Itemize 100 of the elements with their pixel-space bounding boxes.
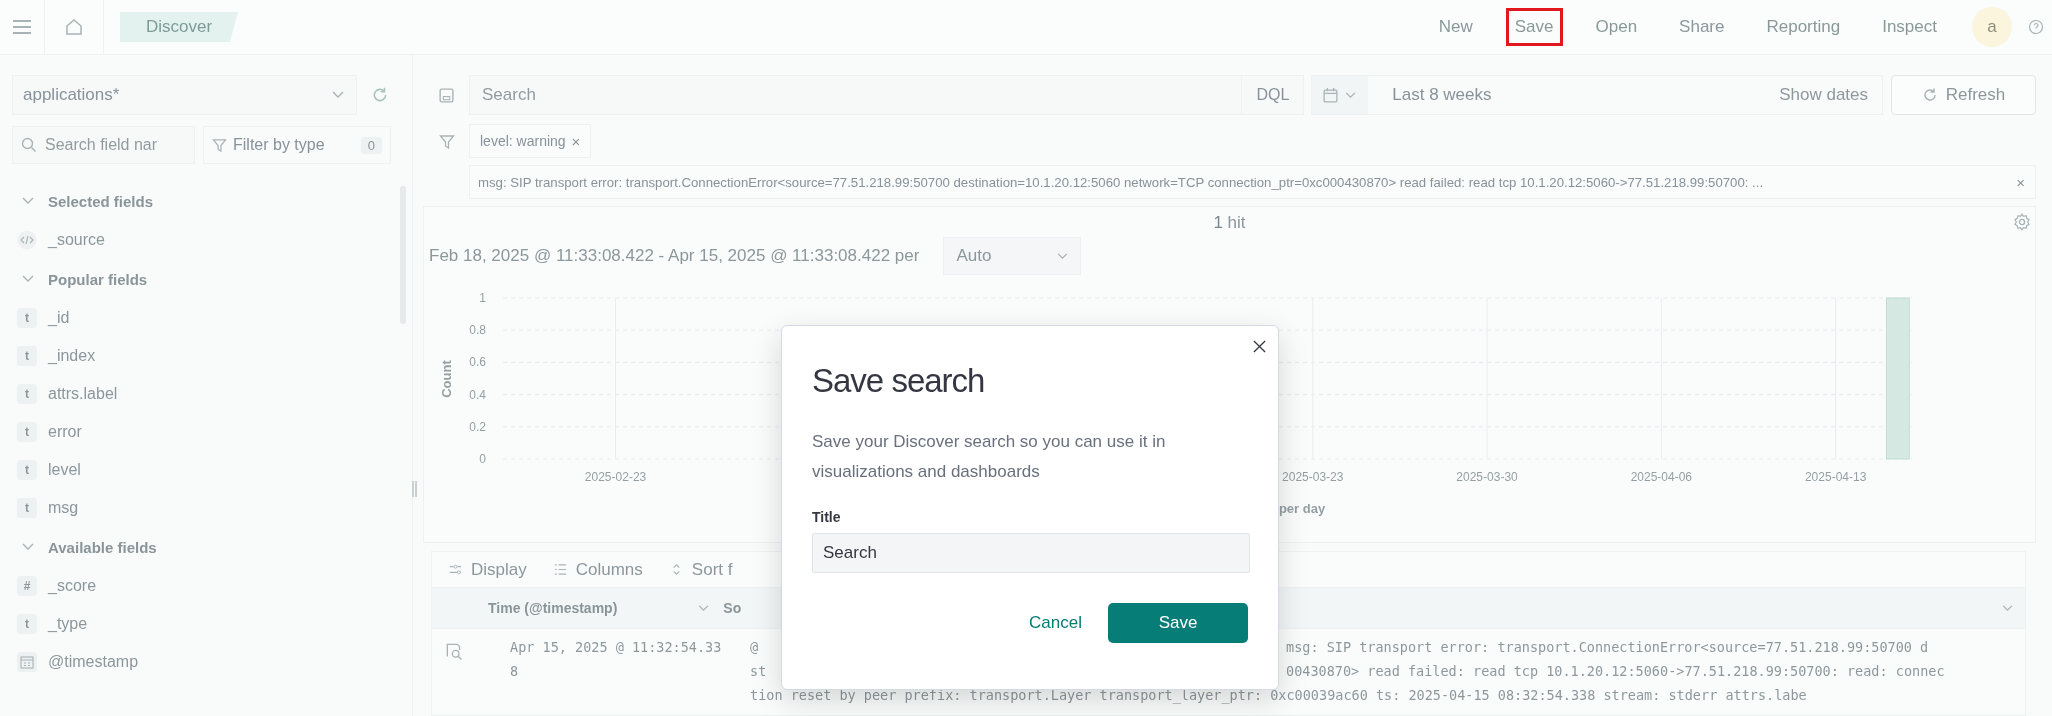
show-dates-link[interactable]: Show dates [1779, 85, 1869, 105]
query-input[interactable]: Search [469, 75, 1242, 115]
field-name[interactable]: _id [48, 309, 70, 327]
chevron-down-icon [1345, 91, 1357, 99]
chevron-down-icon [332, 91, 344, 99]
x-tick-label: 2025-03-23 [1282, 470, 1344, 484]
field-type-token: t [17, 498, 37, 518]
time-range-text: Feb 18, 2025 @ 11:33:08.422 - Apr 15, 2025 @ 11:33:08.422 per [429, 246, 920, 266]
source-text: tion reset by peer prefix: transport.Layer transport_layer_ptr: 0xc00039ac60 ts: 2025-04-15 08:32:54.338 stream: stderr attrs.labe [750, 686, 1807, 706]
refresh-button[interactable]: Refresh [1891, 75, 2036, 115]
refresh-icon [1921, 87, 1938, 103]
x-tick-label: 2025-04-06 [1630, 470, 1693, 484]
date-range[interactable]: Last 8 weeks [1392, 85, 1492, 105]
help-icon[interactable] [2028, 19, 2044, 35]
home-icon[interactable] [64, 17, 84, 37]
column-header[interactable]: Time (@timestamp) [488, 600, 618, 616]
dialog-title: Save search [812, 362, 986, 400]
field-type-token: t [17, 460, 37, 480]
section-header[interactable]: Available fields [12, 534, 400, 560]
avatar[interactable]: a [1972, 7, 2012, 47]
field-name[interactable]: error [48, 423, 82, 441]
filter-icon[interactable] [439, 134, 455, 150]
menu-icon[interactable] [12, 19, 32, 35]
nav-link[interactable]: New [1429, 8, 1482, 46]
timestamp-text: Apr 15, 2025 @ 11:32:54.33 [510, 639, 722, 655]
resize-handle[interactable] [412, 481, 417, 497]
filter-by-type-button[interactable]: Filter by type 0 [203, 126, 391, 164]
interval-select[interactable]: Auto [943, 237, 1082, 275]
filter-icon [212, 137, 227, 153]
x-tick-label: 2025-04-13 [1804, 470, 1867, 484]
calendar-icon [17, 652, 37, 672]
settings-icon[interactable] [2013, 213, 2031, 231]
caret-icon[interactable] [2002, 604, 2013, 612]
chevron-icon [22, 543, 34, 551]
y-tick-label: 0.8 [469, 323, 486, 338]
nav-link[interactable]: Inspect [1873, 8, 1946, 46]
nav-link[interactable]: Share [1670, 8, 1734, 46]
nav-link[interactable]: Reporting [1757, 8, 1850, 46]
x-tick-label: 2025-02-23 [584, 470, 647, 484]
source-text: @ [750, 638, 760, 657]
filter-pill[interactable]: level: warning × [469, 124, 592, 158]
caret-icon[interactable] [698, 604, 710, 612]
y-axis-label: Count [439, 360, 454, 398]
source-text: msg: SIP transport error: transport.ConnectionError<source=77.51.218.99:50700 d [1286, 638, 1929, 657]
chevron-down-icon [1057, 252, 1069, 260]
section-header[interactable]: Selected fields [12, 188, 400, 214]
hit-count: 1 hit [1213, 213, 1246, 232]
quick-menu-button[interactable] [1312, 76, 1369, 114]
toolbar-button[interactable]: Display [448, 559, 527, 580]
field-label: Title [812, 509, 842, 525]
field-name[interactable]: _source [48, 231, 105, 249]
field-name[interactable]: _type [48, 615, 88, 633]
field-type-token: t [17, 614, 37, 634]
y-tick-label: 1 [479, 291, 486, 305]
list-icon [552, 562, 568, 577]
field-type-token: # [17, 576, 37, 596]
y-tick-label: 0.4 [469, 387, 486, 402]
source-text: 00430870> read failed: read tcp 10.1.20.12:5060->77.51.218.99:50700: read: connec [1286, 662, 1945, 681]
field-type-token: t [17, 422, 37, 442]
refresh-icon[interactable] [371, 86, 389, 104]
nav-link[interactable]: Open [1586, 8, 1647, 46]
count-badge: 0 [360, 136, 382, 154]
field-name[interactable]: msg [48, 499, 79, 517]
chevron-icon [22, 197, 34, 205]
field-type-token: t [17, 346, 37, 366]
chart-bar[interactable] [1885, 297, 1910, 460]
search-icon [21, 137, 37, 153]
x-tick-label: 2025-03-30 [1456, 470, 1518, 484]
field-search-input[interactable]: Search field nar [12, 126, 195, 164]
save-icon[interactable] [438, 86, 455, 104]
close-icon[interactable] [1253, 340, 1266, 353]
section-header[interactable]: Popular fields [12, 266, 400, 292]
remove-filter-button[interactable]: × [571, 132, 581, 150]
save-button[interactable]: Save [1108, 603, 1248, 643]
nav-link[interactable]: Save [1505, 8, 1563, 46]
field-name[interactable]: _index [48, 347, 96, 365]
filter-pill[interactable]: msg: SIP transport error: transport.ConnectionError<source=77.51.218.99:50700 destination=10.1.20.12:5060 network=TCP connection_ptr=0xc000430870> read failed: read tcp 10.1.20.12:5060->77.51.218.99:50700: ... × [469, 165, 2036, 199]
code-icon [17, 230, 37, 250]
toolbar-button[interactable]: Columns [552, 559, 643, 580]
query-language-button[interactable]: DQL [1241, 75, 1305, 115]
y-tick-label: 0.2 [469, 419, 486, 434]
y-tick-label: 0 [479, 452, 486, 466]
field-name[interactable]: attrs.label [48, 385, 118, 403]
cancel-button[interactable]: Cancel [1027, 605, 1084, 641]
sliders-icon [448, 562, 463, 577]
field-name[interactable]: _score [48, 577, 97, 595]
y-tick-label: 0.6 [469, 355, 486, 370]
breadcrumb[interactable]: Discover [120, 12, 239, 42]
column-header[interactable]: So [723, 600, 742, 616]
field-type-token: t [17, 308, 37, 328]
inspect-document-icon[interactable] [444, 641, 464, 661]
timestamp-text: 8 [510, 663, 519, 679]
field-name[interactable]: level [48, 461, 81, 479]
field-name[interactable]: @timestamp [48, 653, 139, 671]
toolbar-button[interactable]: Sort f [668, 559, 733, 580]
index-pattern-select[interactable]: applications* [12, 75, 357, 115]
field-type-token: t [17, 384, 37, 404]
title-input[interactable]: Search [812, 533, 1250, 573]
chevron-icon [22, 275, 34, 283]
remove-filter-button[interactable]: × [2016, 173, 2025, 191]
